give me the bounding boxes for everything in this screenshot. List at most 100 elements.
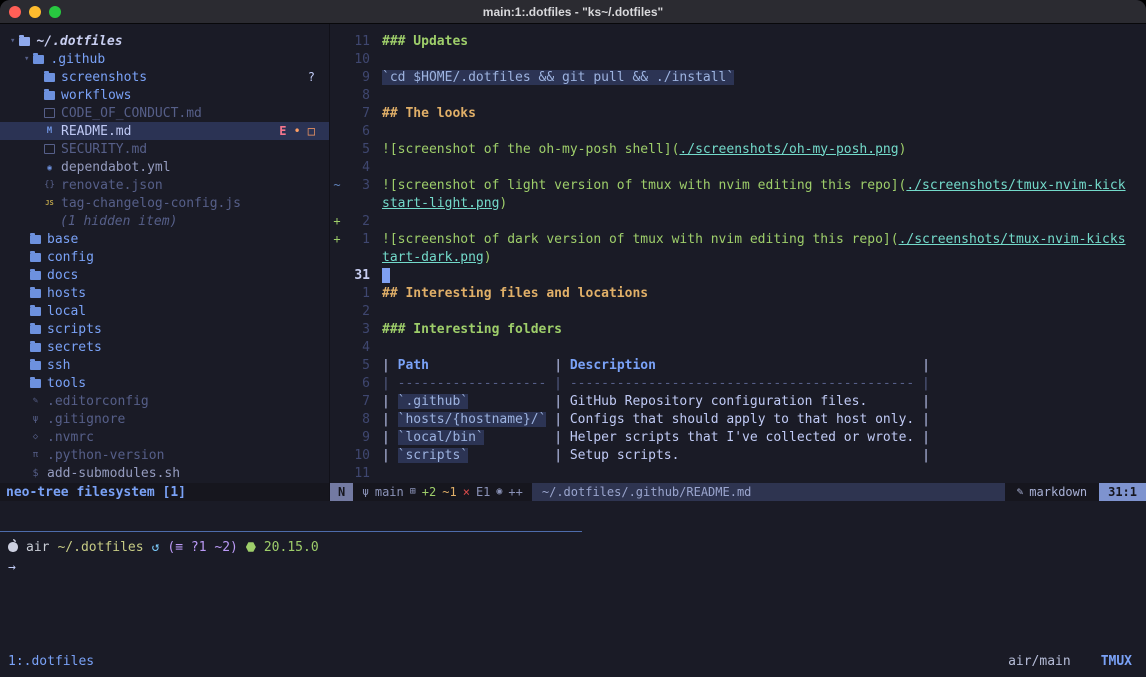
line-number: 7 [344, 106, 370, 121]
line-text: | `scripts` | Setup scripts. | [382, 448, 930, 463]
tree-item-dependabot-yml[interactable]: ◉dependabot.yml [0, 158, 329, 176]
tree-item-editorconfig[interactable]: ✎ .editorconfig [0, 392, 329, 410]
prompt-arrow: → [8, 560, 16, 575]
js-icon: JS [44, 199, 55, 207]
text-segment: `cd $HOME/.dotfiles && git pull && ./ins… [382, 70, 734, 85]
tree-item-scripts[interactable]: scripts [0, 320, 329, 338]
tree-item-label: docs [47, 268, 78, 283]
prompt-input-line[interactable]: → [8, 558, 1146, 576]
zoom-button[interactable] [49, 6, 61, 18]
line-text: ![screenshot of light version of tmux wi… [382, 178, 1126, 193]
titlebar[interactable]: main:1:.dotfiles - "ks~/.dotfiles" [0, 0, 1146, 24]
tree-item-dotfiles[interactable]: ▾~/.dotfiles [0, 32, 329, 50]
terminal-pane[interactable]: air ~/.dotfiles ↺ (≡ ?1 ~2) 20.15.0 → [0, 501, 1146, 645]
editorconfig-icon: ✎ [30, 396, 41, 406]
tree-item-security-md[interactable]: SECURITY.md [0, 140, 329, 158]
gutter-sign: ~ [330, 178, 344, 192]
tmux-badge: TMUX [1101, 654, 1132, 669]
line-number: 8 [344, 412, 370, 427]
text-segment [468, 394, 554, 409]
editor-line: 7| `.github` | GitHub Repository configu… [330, 392, 1146, 410]
line-text: start-light.png) [382, 196, 507, 211]
statusline-filepath: ~/.dotfiles/.github/README.md [532, 483, 1005, 501]
file-status-badges: E•□ [279, 124, 329, 138]
tree-item-docs[interactable]: docs [0, 266, 329, 284]
tree-item-code-of-conduct-md[interactable]: CODE_OF_CONDUCT.md [0, 104, 329, 122]
plugin-updates: ++ [508, 483, 522, 501]
text-segment: Configs that should apply to that host o… [570, 412, 914, 427]
editor-line: 10 [330, 50, 1146, 68]
text-segment [468, 448, 554, 463]
tree-item-label: ssh [47, 358, 70, 373]
tree-item-label: .github [50, 52, 105, 67]
tree-item-local[interactable]: local [0, 302, 329, 320]
tree-item-label: renovate.json [61, 178, 163, 193]
tree-item-secrets[interactable]: secrets [0, 338, 329, 356]
traffic-lights [9, 6, 61, 18]
tree-item-nvmrc[interactable]: ◇.nvmrc [0, 428, 329, 446]
folder-icon [44, 73, 55, 82]
line-number: 10 [344, 448, 370, 463]
tree-item-github[interactable]: ▾.github [0, 50, 329, 68]
editor-line: ~3![screenshot of light version of tmux … [330, 176, 1146, 194]
tree-item-label: scripts [47, 322, 102, 337]
diagnostics-count: E1 [476, 483, 490, 501]
tree-item-1-hidden-item[interactable]: (1 hidden item) [0, 212, 329, 230]
line-text: ## Interesting files and locations [382, 286, 648, 301]
line-number: 10 [344, 52, 370, 67]
text-segment: | [554, 430, 570, 445]
editor-line: 8| `hosts/{hostname}/` | Configs that sh… [330, 410, 1146, 428]
file-tree[interactable]: ▾~/.dotfiles▾.githubscreenshots? workflow… [0, 24, 329, 483]
editor-line: 5![screenshot of the oh-my-posh shell](.… [330, 140, 1146, 158]
editor-line: start-light.png) [330, 194, 1146, 212]
tree-item-add-submodules-sh[interactable]: $add-submodules.sh [0, 464, 329, 482]
close-button[interactable] [9, 6, 21, 18]
statusline-git-section: ψ main ⊞ +2 ~1 × E1 ◉ ++ [353, 483, 532, 501]
text-segment: ) [499, 196, 507, 211]
line-text: | `local/bin` | Helper scripts that I've… [382, 430, 930, 445]
line-number: 1 [344, 232, 370, 247]
plugin-icon: ◉ [496, 483, 502, 501]
tree-item-screenshots[interactable]: screenshots? [0, 68, 329, 86]
tree-item-config[interactable]: config [0, 248, 329, 266]
tree-item-hosts[interactable]: hosts [0, 284, 329, 302]
tree-item-tag-changelog-config-js[interactable]: JStag-changelog-config.js [0, 194, 329, 212]
tree-item-base[interactable]: base [0, 230, 329, 248]
apple-icon [8, 542, 18, 552]
editor-buffer[interactable]: 11### Updates109`cd $HOME/.dotfiles && g… [330, 24, 1146, 483]
line-text: ![screenshot of the oh-my-posh shell](./… [382, 142, 906, 157]
line-text: ![screenshot of dark version of tmux wit… [382, 232, 1126, 247]
tree-item-workflows[interactable]: workflows [0, 86, 329, 104]
tree-item-tools[interactable]: tools [0, 374, 329, 392]
tree-item-label: hosts [47, 286, 86, 301]
tree-item-label: workflows [61, 88, 131, 103]
text-segment: | [554, 448, 570, 463]
tree-item-renovate-json[interactable]: {}renovate.json [0, 176, 329, 194]
tree-item-gitignore[interactable]: ψ.gitignore [0, 410, 329, 428]
line-text: | Path | Description | [382, 358, 930, 373]
text-segment: | [922, 394, 930, 409]
tree-item-readme-md[interactable]: MREADME.mdE•□ [0, 122, 329, 140]
neo-tree-sidebar: ▾~/.dotfiles▾.githubscreenshots? workflow… [0, 24, 330, 501]
editor-line: 4 [330, 338, 1146, 356]
tree-item-ssh[interactable]: ssh [0, 356, 329, 374]
tree-item-label: SECURITY.md [61, 142, 147, 157]
text-segment: Description [570, 358, 656, 373]
tree-item-python-version[interactable]: π.python-version [0, 446, 329, 464]
editor-line: 4 [330, 158, 1146, 176]
line-text [382, 268, 390, 283]
tmux-window-label[interactable]: 1:.dotfiles [8, 654, 94, 669]
editor-line: 10 | `scripts` | Setup scripts. | [330, 446, 1146, 464]
node-icon: ◇ [30, 432, 41, 442]
line-text: | ------------------- | ----------------… [382, 376, 930, 391]
gutter-sign: + [330, 214, 344, 228]
tree-item-label: dependabot.yml [61, 160, 171, 175]
editor-line: 9`cd $HOME/.dotfiles && git pull && ./in… [330, 68, 1146, 86]
tree-item-label: .editorconfig [47, 394, 149, 409]
line-number: 11 [344, 466, 370, 481]
workspace: ▾~/.dotfiles▾.githubscreenshots? workflow… [0, 24, 1146, 501]
editor-pane[interactable]: 11### Updates109`cd $HOME/.dotfiles && g… [330, 24, 1146, 501]
minimize-button[interactable] [29, 6, 41, 18]
window-title: main:1:.dotfiles - "ks~/.dotfiles" [483, 5, 663, 19]
git-branch-name: main [375, 483, 404, 501]
